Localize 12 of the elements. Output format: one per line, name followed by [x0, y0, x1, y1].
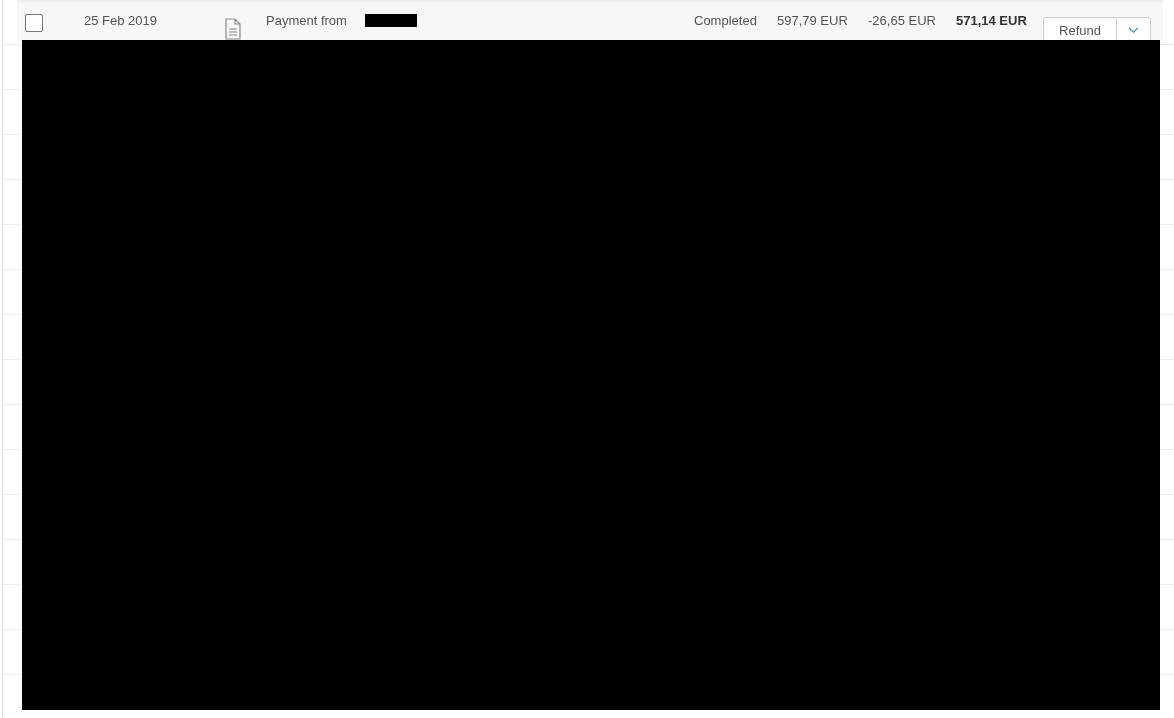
fee-amount: -26,65 EUR: [868, 13, 936, 28]
gross-amount: 597,79 EUR: [777, 13, 848, 28]
description-text: Payment from: [266, 13, 347, 28]
document-icon: [225, 18, 241, 40]
chevron-down-icon: [1128, 26, 1139, 34]
row-checkbox[interactable]: [25, 14, 43, 32]
transaction-row[interactable]: 25 Feb 2019 Payment from Completed 597,79 EUR -26,65 EUR 571,14 EUR Refund: [17, 0, 1163, 42]
net-amount: 571,14 EUR: [956, 13, 1027, 28]
dropdown-button[interactable]: [1117, 17, 1151, 43]
status-text: Completed: [694, 13, 757, 28]
refund-button[interactable]: Refund: [1043, 17, 1117, 43]
date-text: 25 Feb 2019: [84, 13, 157, 28]
